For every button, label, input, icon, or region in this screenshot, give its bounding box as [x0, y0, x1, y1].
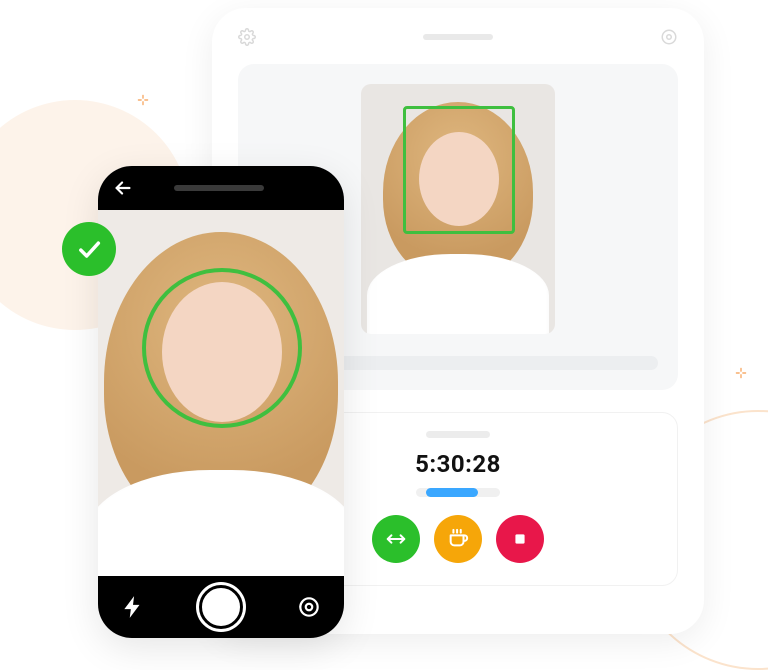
stop-button[interactable] — [496, 515, 544, 563]
verification-photo — [361, 84, 555, 334]
coffee-icon — [447, 528, 469, 550]
face-detection-circle — [142, 268, 302, 428]
timer-value: 5:30:28 — [415, 450, 501, 478]
gear-icon[interactable] — [238, 28, 256, 46]
flash-icon — [120, 594, 146, 620]
flip-camera-button[interactable] — [296, 594, 322, 620]
back-arrow-icon[interactable] — [112, 177, 134, 199]
sparkle-icon — [734, 365, 748, 379]
swap-icon — [385, 528, 407, 550]
person-shirt — [98, 470, 344, 576]
check-icon — [75, 235, 103, 263]
shutter-button[interactable] — [199, 585, 243, 629]
timer-progress-fill — [426, 488, 478, 497]
phone-device — [98, 166, 344, 638]
tablet-home-indicator — [423, 34, 493, 40]
flash-button[interactable] — [120, 594, 146, 620]
verified-badge — [62, 222, 116, 276]
sparkle-icon — [136, 92, 150, 106]
swap-button[interactable] — [372, 515, 420, 563]
timer-progress-track — [416, 488, 500, 497]
face-detection-rect — [403, 106, 515, 234]
tablet-status-bar — [238, 28, 678, 46]
camera-viewport — [98, 210, 344, 576]
phone-speaker — [174, 185, 264, 191]
camera-controls — [98, 576, 344, 638]
person-shirt — [367, 254, 549, 334]
selfie-switch-icon[interactable] — [660, 28, 678, 46]
stop-icon — [509, 528, 531, 550]
phone-nav-bar — [98, 166, 344, 210]
timer-header-placeholder — [426, 431, 490, 438]
action-buttons — [372, 515, 544, 563]
flip-camera-icon — [296, 594, 322, 620]
break-button[interactable] — [434, 515, 482, 563]
